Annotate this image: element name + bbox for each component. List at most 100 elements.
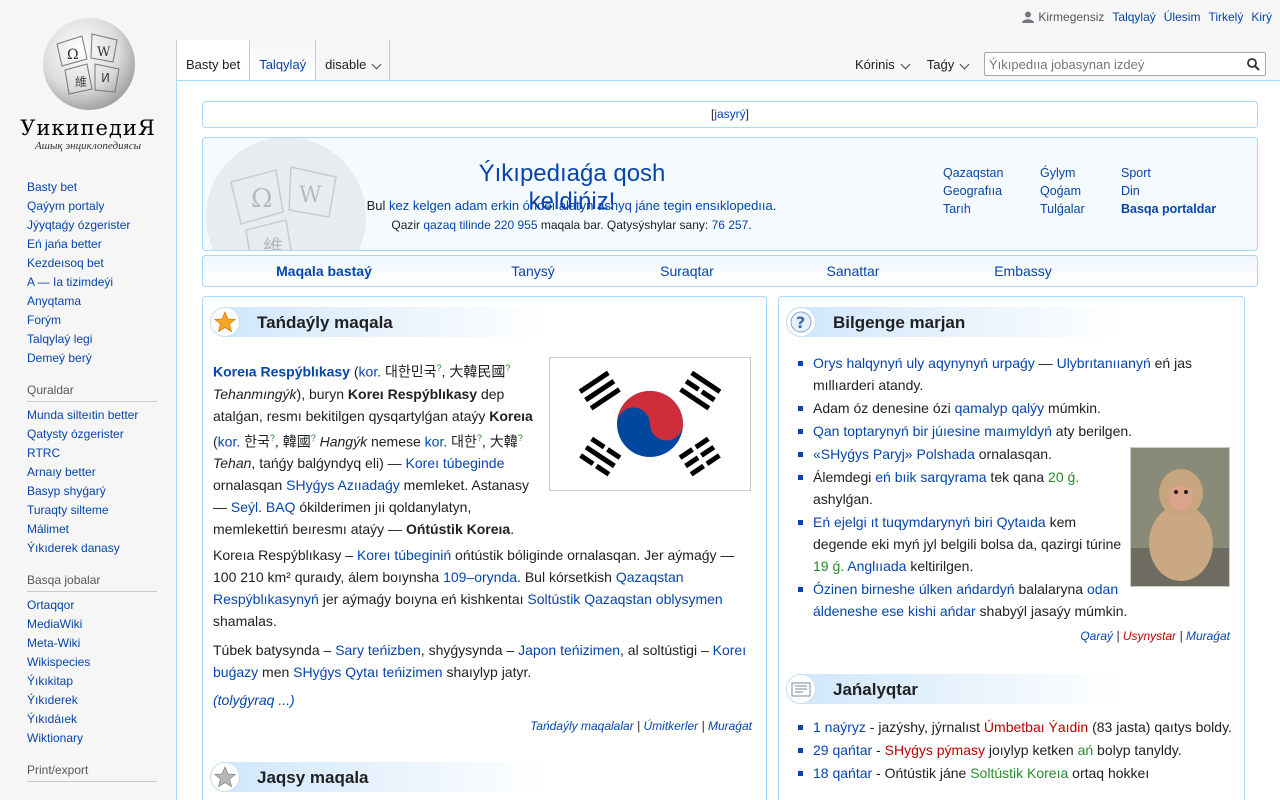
dyk-link[interactable]: Ózinen birneshe úlken ańdardyń [813, 581, 1015, 597]
tab-variants-dropdown[interactable]: disable [316, 40, 391, 80]
sidebar-item-donate[interactable]: Demeý berý [27, 351, 92, 365]
sidebar-item-forum[interactable]: Forým [27, 313, 61, 327]
sidebar-item-mediawiki[interactable]: MediaWiki [27, 617, 82, 631]
dyk-link[interactable]: Anglııada [847, 558, 906, 574]
sidebar-item-wiktionary[interactable]: Wiktionary [27, 731, 83, 745]
dyk-link[interactable]: qamalyp qalýy [955, 400, 1045, 416]
dyk-archive-link[interactable]: Muraǵat [1186, 629, 1230, 643]
navbar-intro-link[interactable]: Tanysý [511, 263, 555, 279]
navbar-start-article-link[interactable]: Maqala bastaý [276, 263, 372, 279]
read-more-link[interactable]: (tolyǵyraq ...) [213, 692, 295, 708]
tab-main-page[interactable]: Basty bet [176, 40, 251, 80]
dyk-view-link[interactable]: Qaraý [1080, 629, 1113, 643]
tab-talk-label[interactable]: Talqylaý [259, 57, 306, 72]
pronunciation-link[interactable]: ? [518, 433, 523, 443]
sidebar-item-main-page[interactable]: Basty bet [27, 180, 77, 194]
portal-people[interactable]: Tulǵalar [1040, 202, 1121, 216]
portal-sport[interactable]: Sport [1121, 166, 1231, 180]
news-date-link[interactable]: 1 naýryz [813, 719, 866, 735]
media-link[interactable]: BAQ [266, 499, 296, 515]
korean-peninsula-link[interactable]: Koreı túbeginde [406, 455, 505, 471]
seoul-link[interactable]: Seýl [231, 499, 258, 515]
korean-lang-link[interactable]: kor. [359, 364, 382, 380]
tab-talk[interactable]: Talqylaý [250, 40, 317, 80]
sidebar-print-heading[interactable]: Print/export [27, 763, 157, 782]
korean-lang-link[interactable]: kor. [218, 433, 241, 449]
hide-link[interactable]: jasyrý [714, 107, 745, 121]
dyk-link[interactable]: Polshada [916, 446, 974, 462]
personal-talk-link[interactable]: Talqylaý [1112, 10, 1155, 24]
east-asia-link[interactable]: SHyǵys Azııadaǵy [286, 477, 400, 493]
macaque-image[interactable] [1130, 447, 1230, 587]
create-account-link[interactable]: Tirkelý [1208, 10, 1243, 24]
news-date-link[interactable]: 29 qańtar [813, 742, 872, 758]
sidebar-item-new-pages[interactable]: Eń jańa better [27, 237, 102, 251]
sidebar-item-help[interactable]: Anyqtama [27, 294, 81, 308]
sidebar-item-wikidata-item[interactable]: Ýıkıderek danasy [27, 541, 120, 555]
login-link[interactable]: Kirý [1251, 10, 1272, 24]
sidebar-item-special-pages[interactable]: Arnaıy better [27, 465, 96, 479]
dyk-link[interactable]: «SHyǵys Paryj» [813, 446, 916, 462]
dyk-link[interactable]: Qan toptarynyń bir júıesine maımyldyń [813, 423, 1052, 439]
sidebar-item-wikidata[interactable]: Ýıkıderek [27, 693, 78, 707]
portal-society[interactable]: Qoǵam [1040, 184, 1121, 198]
sidebar-item-random-page[interactable]: Kezdeısoq bet [27, 256, 104, 270]
north-kazakhstan-link[interactable]: Soltústik Qazaqstan oblysymen [527, 591, 722, 607]
search-button[interactable] [1241, 53, 1265, 75]
news-link[interactable]: SHyǵys pýmasy [885, 742, 985, 758]
sidebar-item-wikibooks[interactable]: Ýıkıkitap [27, 674, 73, 688]
portal-geography[interactable]: Geografııa [943, 184, 1040, 198]
sidebar-item-what-links-here[interactable]: Munda silteıtin better [27, 408, 138, 422]
sea-of-japan-link[interactable]: Japon teńizimen [518, 642, 620, 658]
news-link[interactable]: ań [1078, 742, 1094, 758]
sidebar-item-print[interactable]: Basyp shyǵarý [27, 484, 106, 498]
dyk-suggest-link[interactable]: Usynystar [1123, 629, 1176, 643]
navbar-questions-link[interactable]: Suraqtar [660, 263, 714, 279]
dyk-link[interactable]: Orys halqynyń uly aqynynyń urpaǵy [813, 355, 1035, 371]
news-link[interactable]: Soltústik Koreıa [970, 765, 1068, 781]
search-input[interactable] [985, 53, 1241, 75]
sidebar-item-commons[interactable]: Ortaqqor [27, 598, 74, 612]
welcome-encyclopedia-link[interactable]: kez kelgen adam erkin óńdeı alatyn ashyq… [389, 198, 773, 213]
archive-link[interactable]: Muraǵat [708, 719, 752, 733]
dyk-link[interactable]: Eń ejelgi ıt tuqymdarynyń biri [813, 514, 993, 530]
tab-more-dropdown[interactable]: Taǵy [918, 40, 977, 80]
sidebar-item-community-portal[interactable]: Qaýym portaly [27, 199, 104, 213]
dyk-link[interactable]: Ulybrıtanııanyń [1057, 355, 1151, 371]
featured-articles-link[interactable]: Tańdaýly maqalalar [530, 719, 634, 733]
korean-peninsula-link[interactable]: Koreı túbeginiń [357, 547, 451, 563]
sidebar-item-wikispecies[interactable]: Wikispecies [27, 655, 90, 669]
rank-link[interactable]: 109–orynda [443, 569, 517, 585]
sidebar-item-index[interactable]: A — Ia tizimdeýi [27, 275, 113, 289]
sidebar-item-wikiquote[interactable]: Ýıkıdáıek [27, 712, 77, 726]
south-korea-flag-image[interactable] [549, 357, 751, 491]
east-china-sea-link[interactable]: SHyǵys Qytaı teńizimen [293, 664, 442, 680]
sidebar-item-related-changes[interactable]: Qatysty ózgerister [27, 427, 124, 441]
portal-science[interactable]: Ǵylym [1040, 166, 1121, 180]
korean-lang-link[interactable]: kor. [425, 433, 448, 449]
dyk-link[interactable]: Qytaıda [997, 514, 1046, 530]
dyk-link[interactable]: 20 ǵ. [1048, 469, 1079, 485]
navbar-embassy-link[interactable]: Embassy [994, 263, 1052, 279]
sidebar-item-page-info[interactable]: Málimet [27, 522, 69, 536]
yellow-sea-link[interactable]: Sary teńizben [335, 642, 421, 658]
portal-religion[interactable]: Din [1121, 184, 1231, 198]
candidates-link[interactable]: Úmitkerler [644, 719, 699, 733]
sidebar-item-permanent-link[interactable]: Turaqty silteme [27, 503, 109, 517]
news-date-link[interactable]: 18 qańtar [813, 765, 872, 781]
sidebar-item-discussion[interactable]: Talqylaý legi [27, 332, 92, 346]
user-count-link[interactable]: 76 257 [712, 218, 749, 232]
navbar-categories-link[interactable]: Sanattar [827, 263, 880, 279]
article-count-link[interactable]: 220 955 [494, 218, 537, 232]
language-link[interactable]: qazaq tilinde [423, 218, 490, 232]
dyk-link[interactable]: 19 ǵ. [813, 558, 844, 574]
pronunciation-link[interactable]: ? [505, 363, 510, 373]
portal-kazakhstan[interactable]: Qazaqstan [943, 166, 1040, 180]
wikipedia-logo[interactable]: Ω W 維 И УикипедиЯ Ашық энциклопедиясы [0, 0, 176, 160]
personal-contributions-link[interactable]: Úlesim [1164, 10, 1201, 24]
portal-more[interactable]: Basqa portaldar [1121, 202, 1231, 216]
dyk-link[interactable]: eń bıik sarqyrama [875, 469, 986, 485]
news-link[interactable]: Úmbetbaı Ýaıdin [984, 719, 1088, 735]
portal-history[interactable]: Tarıh [943, 202, 1040, 216]
sidebar-item-meta-wiki[interactable]: Meta-Wiki [27, 636, 80, 650]
